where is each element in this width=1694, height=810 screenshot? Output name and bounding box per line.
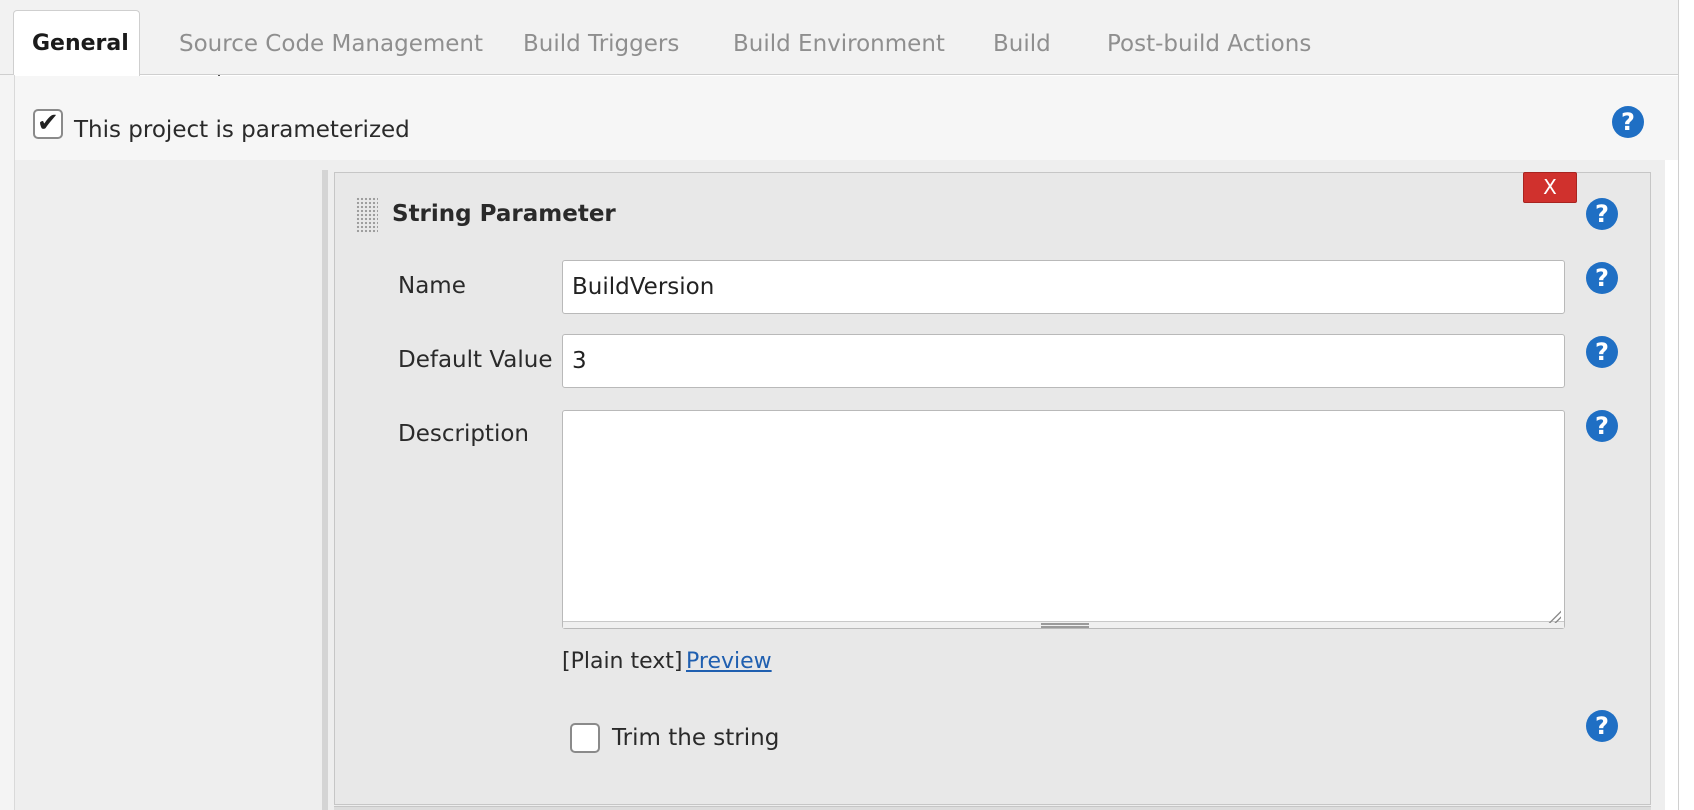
section-indent-bar: [322, 170, 328, 810]
description-textarea[interactable]: [562, 410, 1565, 629]
name-label: Name: [398, 273, 466, 299]
description-label: Description: [398, 421, 529, 447]
string-parameter-title: String Parameter: [392, 201, 616, 227]
help-icon[interactable]: ?: [1586, 710, 1618, 742]
tab-build-environment[interactable]: Build Environment: [733, 30, 945, 58]
tab-source-code-management[interactable]: Source Code Management: [179, 30, 483, 58]
tab-build-triggers[interactable]: Build Triggers: [523, 30, 679, 58]
tab-build[interactable]: Build: [993, 30, 1051, 58]
tab-bar: General Source Code Management Build Tri…: [0, 0, 1694, 76]
resize-grip-icon[interactable]: [1041, 623, 1089, 628]
default-value-input[interactable]: 3: [562, 334, 1565, 388]
left-edge: [0, 75, 15, 810]
resize-corner-icon[interactable]: [1547, 609, 1561, 623]
trim-string-checkbox[interactable]: [570, 723, 600, 753]
name-input[interactable]: BuildVersion: [562, 260, 1565, 314]
delete-parameter-button[interactable]: X: [1523, 172, 1577, 203]
tab-general[interactable]: General: [13, 10, 140, 76]
drag-handle-icon[interactable]: [356, 197, 378, 233]
checkmark-icon: ✔: [37, 108, 59, 138]
parameterized-checkbox[interactable]: ✔: [33, 108, 63, 139]
default-value-label: Default Value: [398, 347, 553, 373]
help-icon[interactable]: ?: [1586, 198, 1618, 230]
parameterized-label: This project is parameterized: [74, 117, 410, 143]
preview-link[interactable]: Preview: [686, 649, 772, 674]
help-icon[interactable]: ?: [1586, 336, 1618, 368]
help-icon[interactable]: ?: [1612, 106, 1644, 138]
format-hint: [Plain text]: [562, 649, 683, 674]
help-icon[interactable]: ?: [1586, 262, 1618, 294]
next-parameter-panel-edge: [334, 806, 1651, 810]
trim-string-label: Trim the string: [612, 725, 780, 751]
help-icon[interactable]: ?: [1586, 410, 1618, 442]
scrollbar[interactable]: [1678, 0, 1694, 810]
tab-post-build-actions[interactable]: Post-build Actions: [1107, 30, 1311, 58]
